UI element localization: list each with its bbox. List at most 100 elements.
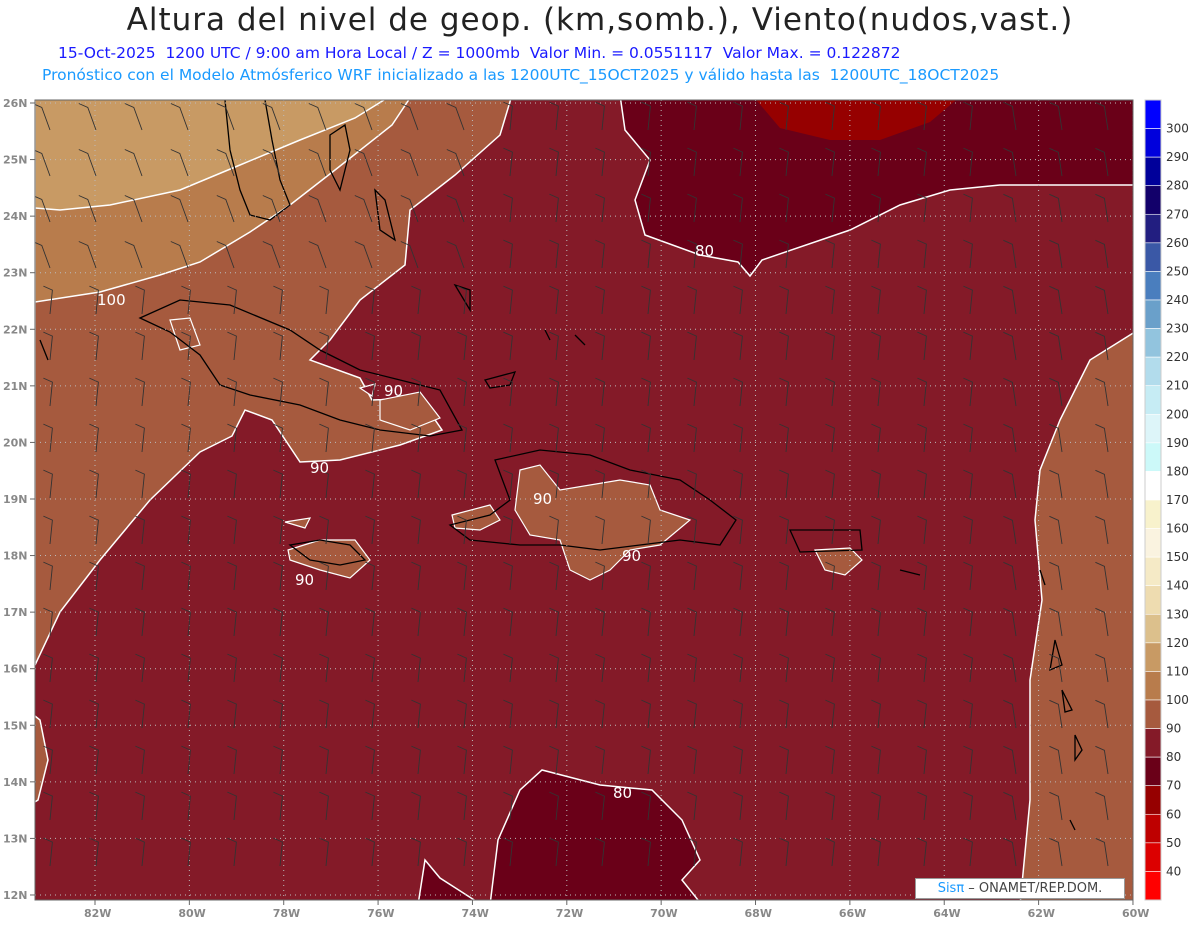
colorbar-label: 70	[1166, 779, 1181, 793]
onamet-logo: Sisπ – ONAMET/REP.DOM.	[915, 878, 1125, 899]
colorbar-swatch	[1144, 299, 1162, 329]
lat-label: 21N	[3, 380, 28, 393]
lon-label: 80W	[178, 907, 205, 920]
colorbar-label: 250	[1166, 264, 1189, 278]
lat-label: 22N	[3, 323, 28, 336]
colorbar-swatch	[1144, 642, 1162, 672]
colorbar-swatch	[1144, 185, 1162, 215]
lat-label: 24N	[3, 210, 28, 223]
lat-label: 23N	[3, 267, 28, 280]
colorbar-label: 260	[1166, 236, 1189, 250]
colorbar-swatch	[1144, 585, 1162, 615]
colorbar-label: 280	[1166, 179, 1189, 193]
map-title: Altura del nivel de geop. (km,somb.), Vi…	[126, 2, 1074, 38]
lat-label: 13N	[3, 832, 28, 845]
lat-label: 25N	[3, 154, 28, 167]
colorbar-label: 210	[1166, 379, 1189, 393]
colorbar-swatch	[1144, 213, 1162, 244]
lat-label: 15N	[3, 719, 28, 732]
colorbar-swatch	[1144, 499, 1162, 529]
colorbar-label: 230	[1166, 322, 1189, 336]
valid-time-subtitle: 15-Oct-2025 1200 UTC / 9:00 am Hora Loca…	[58, 44, 901, 62]
colorbar-swatch	[1144, 385, 1162, 415]
colorbar-swatch	[1144, 785, 1162, 815]
colorbar-label: 60	[1166, 807, 1181, 821]
lon-label: 66W	[839, 907, 866, 920]
contour-label-80: 80	[613, 784, 632, 802]
weather-map: 100 90 90 90 90 90 80 80 26N 25N 24N 23N 22N…	[3, 97, 1189, 920]
colorbar-label: 290	[1166, 150, 1189, 164]
colorbar-label: 50	[1166, 836, 1181, 850]
colorbar-label: 150	[1166, 550, 1189, 564]
lon-label: 62W	[1028, 907, 1055, 920]
lat-label: 17N	[3, 606, 28, 619]
longitude-axis: 82W 80W 78W 76W 74W 72W 70W 68W 66W 64W 62W 60W	[84, 900, 1149, 920]
colorbar-swatch	[1144, 413, 1162, 444]
colorbar-swatch	[1144, 328, 1162, 358]
contour-label-100: 100	[97, 291, 126, 309]
contour-label-90: 90	[295, 571, 314, 589]
colorbar-swatch	[1144, 99, 1162, 129]
logo-text: – ONAMET/REP.DOM.	[964, 881, 1103, 896]
colorbar-label: 270	[1166, 207, 1189, 221]
lon-label: 70W	[650, 907, 677, 920]
colorbar-swatch	[1144, 671, 1162, 701]
contour-label-90: 90	[533, 490, 552, 508]
colorbar-swatch	[1144, 871, 1162, 901]
lon-label: 68W	[745, 907, 772, 920]
latitude-axis: 26N 25N 24N 23N 22N 21N 20N 19N 18N 17N 16N 15N 14N 1…	[3, 97, 35, 902]
sispi-brand: Sisπ	[937, 881, 965, 896]
colorbar-swatch	[1144, 842, 1162, 872]
colorbar-label: 160	[1166, 522, 1189, 536]
colorbar-swatch	[1144, 813, 1162, 844]
colorbar-swatch	[1144, 528, 1162, 558]
lon-label: 82W	[84, 907, 111, 920]
colorbar-swatch	[1144, 242, 1162, 272]
plot-area: 100 90 90 90 90 90 80 80	[35, 100, 1133, 900]
lon-label: 74W	[461, 907, 488, 920]
colorbar-label: 190	[1166, 436, 1189, 450]
contour-label-90: 90	[384, 382, 403, 400]
lon-label: 76W	[367, 907, 394, 920]
contour-label-90: 90	[310, 459, 329, 477]
lat-label: 18N	[3, 550, 28, 563]
lat-label: 26N	[3, 97, 28, 110]
forecast-info: Pronóstico con el Modelo Atmósferico WRF…	[42, 66, 1000, 84]
colorbar-swatch	[1144, 356, 1162, 387]
colorbar-swatch	[1144, 128, 1162, 158]
colorbar-label: 90	[1166, 722, 1181, 736]
lon-label: 64W	[933, 907, 960, 920]
colorbar-label: 130	[1166, 607, 1189, 621]
colorbar-swatch	[1144, 556, 1162, 587]
colorbar-label: 220	[1166, 350, 1189, 364]
colorbar-swatch	[1144, 728, 1162, 758]
colorbar-swatch	[1144, 271, 1162, 301]
colorbar-label: 80	[1166, 750, 1181, 764]
colorbar-label: 40	[1166, 864, 1181, 878]
colorbar-label: 300	[1166, 122, 1189, 136]
colorbar-label: 100	[1166, 693, 1189, 707]
contour-label-90: 90	[622, 547, 641, 565]
lat-label: 12N	[3, 889, 28, 902]
colorbar: 300 290 280 270 260 250 240 230 220 210 200 190 180 1…	[1144, 99, 1189, 901]
colorbar-swatch	[1144, 156, 1162, 187]
colorbar-label: 200	[1166, 407, 1189, 421]
colorbar-label: 140	[1166, 579, 1189, 593]
colorbar-swatch	[1144, 756, 1162, 787]
colorbar-label: 180	[1166, 464, 1189, 478]
colorbar-swatch	[1144, 613, 1162, 644]
lon-label: 60W	[1122, 907, 1149, 920]
lat-label: 20N	[3, 436, 28, 449]
colorbar-label: 240	[1166, 293, 1189, 307]
lon-label: 78W	[273, 907, 300, 920]
colorbar-swatch	[1144, 699, 1162, 729]
lat-label: 19N	[3, 493, 28, 506]
lat-label: 16N	[3, 663, 28, 676]
lat-label: 14N	[3, 776, 28, 789]
colorbar-swatch	[1144, 442, 1162, 472]
contour-label-80: 80	[695, 242, 714, 260]
colorbar-label: 170	[1166, 493, 1189, 507]
colorbar-swatch	[1144, 471, 1162, 501]
colorbar-label: 110	[1166, 664, 1189, 678]
colorbar-label: 120	[1166, 636, 1189, 650]
